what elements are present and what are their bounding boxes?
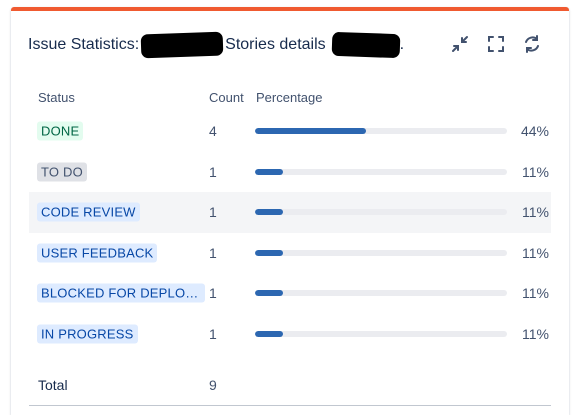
redaction-mark bbox=[331, 31, 401, 59]
percentage-bar-fill bbox=[255, 209, 283, 216]
percentage-bar-fill bbox=[255, 249, 283, 256]
title-label: Issue Statistics: bbox=[28, 36, 140, 53]
percentage-value: 11% bbox=[522, 163, 549, 180]
percentage-value: 11% bbox=[522, 285, 549, 302]
table-row: BLOCKED FOR DEPLOYMENT 1 11% bbox=[29, 273, 551, 314]
count-link[interactable]: 1 bbox=[209, 164, 217, 180]
issue-statistics-gadget: Issue Statistics: Stories details . Stat… bbox=[11, 7, 569, 415]
column-header-percentage: Percentage bbox=[256, 90, 323, 105]
status-lozenge[interactable]: BLOCKED FOR DEPLOYMENT bbox=[37, 283, 205, 303]
percentage-bar-fill bbox=[255, 290, 283, 297]
gadget-header: Issue Statistics: Stories details . bbox=[28, 29, 404, 61]
table-row: DONE 4 44% bbox=[29, 111, 551, 152]
gadget-toolbar bbox=[448, 32, 544, 56]
percentage-value: 11% bbox=[522, 325, 549, 342]
percentage-bar bbox=[255, 249, 507, 256]
column-header-count[interactable]: Count bbox=[209, 90, 244, 105]
refresh-icon[interactable] bbox=[520, 32, 544, 56]
title-filter-name: Stories details bbox=[225, 36, 326, 53]
table-row: TO DO 1 11% bbox=[29, 152, 551, 193]
count-link[interactable]: 1 bbox=[209, 326, 217, 342]
count-link[interactable]: 1 bbox=[209, 204, 217, 220]
percentage-bar-fill bbox=[255, 168, 283, 175]
percentage-bar-fill bbox=[255, 128, 366, 135]
percentage-bar bbox=[255, 168, 507, 175]
total-count: 9 bbox=[209, 377, 217, 393]
fullscreen-icon[interactable] bbox=[484, 32, 508, 56]
percentage-value: 44% bbox=[520, 123, 549, 140]
statistics-table: DONE 4 44% TO DO 1 11% CODE REVIEW 1 11%… bbox=[29, 111, 551, 354]
status-lozenge[interactable]: IN PROGRESS bbox=[37, 324, 138, 344]
total-row: Total 9 bbox=[29, 365, 551, 406]
title-suffix: . bbox=[399, 36, 405, 53]
gadget-title: Issue Statistics: Stories details . bbox=[28, 31, 405, 59]
column-header-status[interactable]: Status bbox=[38, 90, 75, 105]
count-link[interactable]: 1 bbox=[209, 285, 217, 301]
percentage-value: 11% bbox=[522, 244, 549, 261]
percentage-bar-fill bbox=[255, 330, 283, 337]
percentage-bar bbox=[255, 209, 507, 216]
percentage-value: 11% bbox=[522, 204, 549, 221]
table-row: USER FEEDBACK 1 11% bbox=[29, 233, 551, 274]
minimize-icon[interactable] bbox=[448, 32, 472, 56]
status-lozenge[interactable]: CODE REVIEW bbox=[37, 202, 140, 222]
count-link[interactable]: 1 bbox=[209, 245, 217, 261]
redaction-mark bbox=[140, 31, 224, 59]
count-link[interactable]: 4 bbox=[209, 123, 217, 139]
status-lozenge[interactable]: USER FEEDBACK bbox=[37, 243, 158, 263]
status-lozenge[interactable]: DONE bbox=[37, 121, 84, 141]
percentage-bar bbox=[255, 330, 507, 337]
table-row: CODE REVIEW 1 11% bbox=[29, 192, 551, 233]
total-label: Total bbox=[38, 377, 68, 393]
table-row: IN PROGRESS 1 11% bbox=[29, 314, 551, 355]
percentage-bar bbox=[255, 290, 507, 297]
status-lozenge[interactable]: TO DO bbox=[37, 162, 87, 182]
percentage-bar bbox=[255, 128, 507, 135]
